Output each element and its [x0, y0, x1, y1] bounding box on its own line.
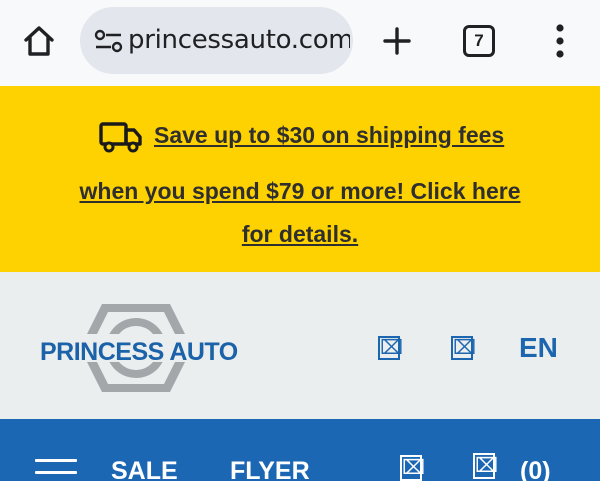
princess-auto-logo[interactable]: PRINCESS AUTO [36, 302, 238, 394]
home-icon [24, 26, 54, 56]
site-header: PRINCESS AUTO ⌧ ⌧ EN [0, 272, 600, 419]
browser-toolbar: princessauto.com 7 [0, 0, 600, 86]
promo-line-1: Save up to $30 on shipping fees [0, 118, 600, 158]
plus-icon [383, 27, 411, 55]
main-navbar: SALE FLYER ⌧ ⌧ (0) [0, 419, 600, 481]
cart-count[interactable]: (0) [520, 457, 551, 481]
nav-item-sale[interactable]: SALE [111, 457, 178, 481]
truck-icon [99, 122, 142, 153]
new-tab-button[interactable] [378, 22, 416, 60]
tune-icon[interactable] [94, 29, 124, 53]
logo-text: PRINCESS AUTO [40, 338, 238, 366]
more-vert-icon [556, 24, 564, 58]
browser-menu-button[interactable] [548, 20, 572, 62]
hamburger-menu-icon[interactable] [35, 459, 77, 481]
url-text[interactable]: princessauto.com [128, 25, 350, 55]
search-icon[interactable]: ⌧ [378, 336, 403, 360]
language-toggle[interactable]: EN [519, 332, 558, 364]
store-locator-icon[interactable]: ⌧ [400, 455, 425, 481]
tab-switcher-button[interactable]: 7 [463, 25, 495, 57]
promo-link-line-2[interactable]: when you spend $79 or more! Click here [0, 178, 600, 205]
promo-link-line-1[interactable]: Save up to $30 on shipping fees [154, 122, 504, 149]
shipping-promo-banner: Save up to $30 on shipping fees when you… [0, 86, 600, 272]
home-button[interactable] [20, 22, 58, 60]
promo-link-line-3[interactable]: for details. [0, 221, 600, 248]
address-bar[interactable]: princessauto.com [80, 7, 353, 74]
account-icon[interactable]: ⌧ [451, 336, 476, 360]
cart-icon[interactable]: ⌧ [473, 453, 498, 479]
nav-item-flyer[interactable]: FLYER [230, 457, 310, 481]
